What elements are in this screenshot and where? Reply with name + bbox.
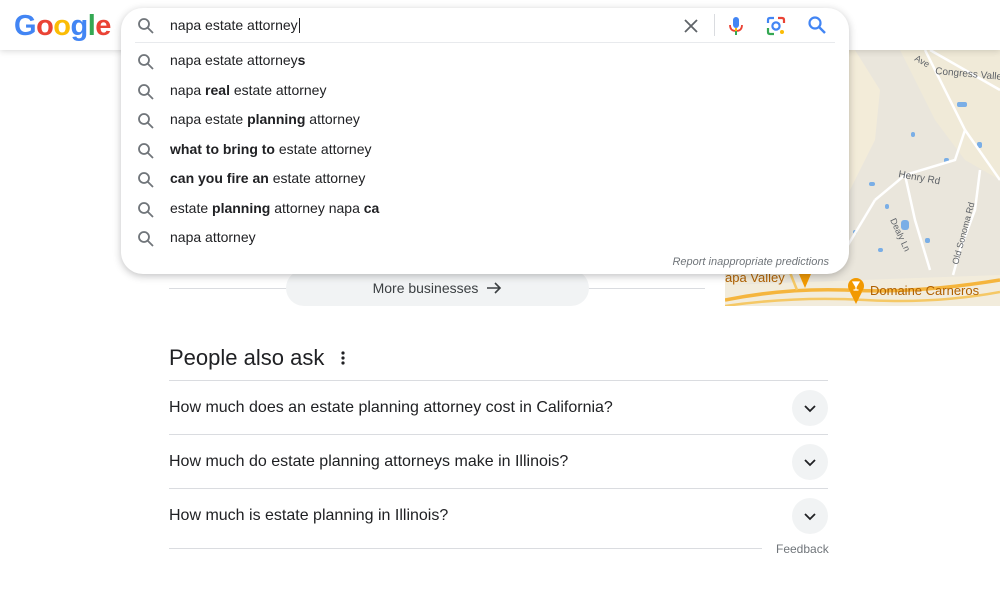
search-suggestion[interactable]: napa attorney xyxy=(121,223,849,252)
expand-button[interactable] xyxy=(792,390,828,426)
suggestion-fragment: estate attorney xyxy=(268,170,366,186)
suggestion-text: napa real estate attorney xyxy=(170,82,326,98)
suggestion-text: estate planning attorney napa ca xyxy=(170,200,379,216)
suggestion-fragment: napa xyxy=(170,81,206,98)
paa-question[interactable]: How much is estate planning in Illinois? xyxy=(169,489,828,543)
search-icon xyxy=(138,142,154,159)
chevron-down-icon xyxy=(804,459,816,467)
arrow-right-icon xyxy=(487,282,502,294)
logo-letter: o xyxy=(53,10,71,42)
feedback-link[interactable]: Feedback xyxy=(776,542,829,556)
paa-question[interactable]: How much does an estate planning attorne… xyxy=(169,381,828,435)
search-icon xyxy=(138,172,154,188)
expand-button[interactable] xyxy=(792,444,828,480)
logo-letter: o xyxy=(36,10,54,42)
more-businesses-label: More businesses xyxy=(372,280,479,296)
suggestion-highlight: real xyxy=(205,81,230,98)
divider xyxy=(135,42,835,43)
suggestion-fragment: estate xyxy=(170,199,213,216)
paa-question-text: How much is estate planning in Illinois? xyxy=(169,507,449,524)
google-lens-icon xyxy=(766,16,786,36)
chevron-down-icon xyxy=(804,405,816,413)
vertical-dots-icon xyxy=(341,351,345,365)
search-submit-button[interactable] xyxy=(807,15,829,37)
suggestion-highlight: can you fire an xyxy=(170,170,269,186)
more-options-button[interactable] xyxy=(336,348,350,368)
clear-button[interactable] xyxy=(679,16,703,36)
divider xyxy=(714,14,715,36)
suggestion-text: can you fire an estate attorney xyxy=(170,170,365,186)
map-label: Domaine Carneros xyxy=(870,283,980,298)
search-icon xyxy=(138,231,154,247)
search-box[interactable]: napa estate attorney napa estate attorne… xyxy=(121,8,849,274)
search-suggestion[interactable]: napa estate planning attorney xyxy=(121,105,849,134)
search-icon xyxy=(138,83,154,100)
paa-question-text: How much does an estate planning attorne… xyxy=(169,399,613,416)
suggestion-highlight: planning xyxy=(247,111,306,127)
suggestion-fragment: estate attorney xyxy=(229,81,327,98)
suggestion-highlight: ca xyxy=(363,199,380,216)
suggestion-fragment: estate attorney xyxy=(274,140,372,157)
paa-question[interactable]: How much do estate planning attorneys ma… xyxy=(169,435,828,489)
google-logo[interactable]: Google xyxy=(14,10,111,43)
chevron-down-icon xyxy=(804,513,816,521)
search-suggestion[interactable]: napa estate attorneys xyxy=(121,46,849,75)
voice-search-button[interactable] xyxy=(726,15,746,37)
microphone-icon xyxy=(729,17,743,35)
suggestion-text: what to bring to estate attorney xyxy=(170,141,372,157)
suggestion-fragment: napa estate attorney xyxy=(170,52,298,68)
logo-letter: g xyxy=(70,10,89,42)
search-suggestion[interactable]: can you fire an estate attorney xyxy=(121,164,849,193)
logo-letter: e xyxy=(95,10,111,42)
suggestion-highlight: planning xyxy=(212,199,271,216)
image-search-button[interactable] xyxy=(765,15,787,37)
suggestion-fragment: attorney xyxy=(305,111,360,127)
suggestion-text: napa estate planning attorney xyxy=(170,111,360,127)
search-suggestion[interactable]: what to bring to estate attorney xyxy=(121,135,849,164)
logo-letter: G xyxy=(14,10,37,42)
suggestion-highlight: what to bring to xyxy=(170,140,275,157)
search-query-text: napa estate attorney xyxy=(170,17,298,33)
suggestion-fragment: napa attorney xyxy=(170,229,256,245)
search-suggestion[interactable]: estate planning attorney napa ca xyxy=(121,194,849,223)
search-icon xyxy=(138,54,154,70)
search-icon xyxy=(138,18,154,34)
search-icon xyxy=(138,201,154,218)
suggestion-fragment: napa estate xyxy=(170,111,248,127)
expand-button[interactable] xyxy=(792,498,828,534)
report-predictions-link[interactable]: Report inappropriate predictions xyxy=(672,256,829,268)
suggestion-fragment: attorney napa xyxy=(270,199,364,216)
search-input-row[interactable]: napa estate attorney xyxy=(121,8,849,42)
divider xyxy=(169,548,762,549)
people-also-ask-title: People also ask xyxy=(169,345,325,370)
text-caret xyxy=(298,18,300,33)
more-businesses-button[interactable]: More businesses xyxy=(286,270,589,306)
search-input[interactable]: napa estate attorney xyxy=(170,17,300,33)
suggestion-text: napa estate attorneys xyxy=(170,52,305,68)
suggestion-text: napa attorney xyxy=(170,229,256,245)
search-suggestion[interactable]: napa real estate attorney xyxy=(121,76,849,105)
search-icon xyxy=(808,16,826,34)
search-icon xyxy=(138,113,154,129)
suggestion-highlight: s xyxy=(297,52,306,68)
close-icon xyxy=(684,19,698,33)
paa-question-text: How much do estate planning attorneys ma… xyxy=(169,453,569,470)
